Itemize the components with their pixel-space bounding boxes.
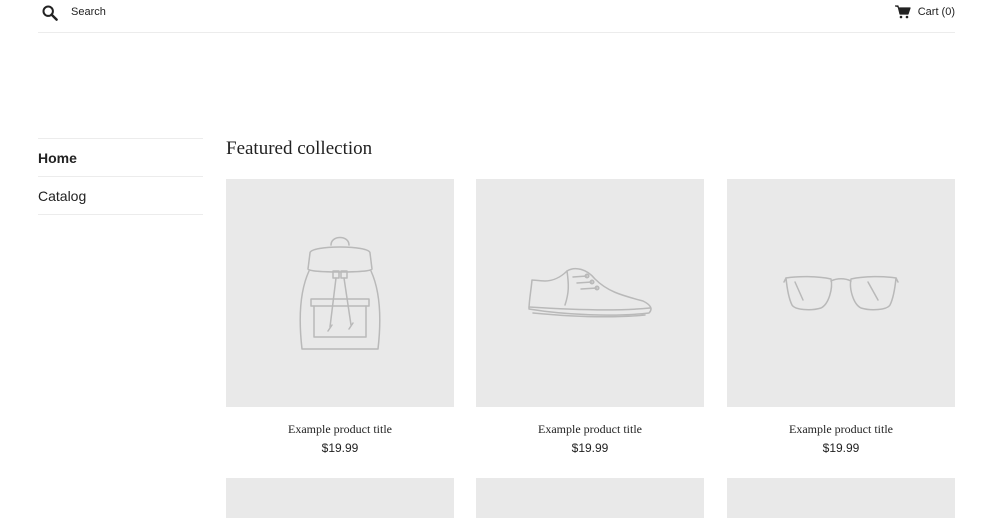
product-image[interactable] [727,478,955,518]
product-title[interactable]: Example product title [727,422,955,437]
product-price: $19.99 [822,441,860,455]
sidebar-item-catalog[interactable]: Catalog [38,176,203,215]
product-price: $19.99 [571,441,609,455]
product-image[interactable] [476,478,704,518]
search-input[interactable]: Search [71,6,106,18]
cart-icon [894,5,911,19]
product-card[interactable]: Example product title $19.99 [727,179,955,455]
product-image[interactable] [226,478,454,518]
product-card[interactable]: Example product title $19.99 [226,179,454,455]
cart-label: Cart (0) [917,6,955,18]
cart-link[interactable]: Cart (0) [894,5,955,19]
section-title: Featured collection [226,138,373,159]
sidebar-nav: Home Catalog [38,138,203,215]
product-image[interactable] [476,179,704,407]
sidebar-item-home[interactable]: Home [38,138,203,176]
product-title[interactable]: Example product title [226,422,454,437]
product-price: $19.99 [321,441,359,455]
product-card[interactable]: Example product title $19.99 [476,179,704,455]
glasses-icon [783,275,899,311]
product-image[interactable] [226,179,454,407]
backpack-icon [299,236,381,350]
product-title[interactable]: Example product title [476,422,704,437]
product-image[interactable] [727,179,955,407]
site-header: Search Cart (0) [38,0,955,33]
search-icon[interactable] [42,5,58,21]
sneaker-icon [528,267,652,318]
